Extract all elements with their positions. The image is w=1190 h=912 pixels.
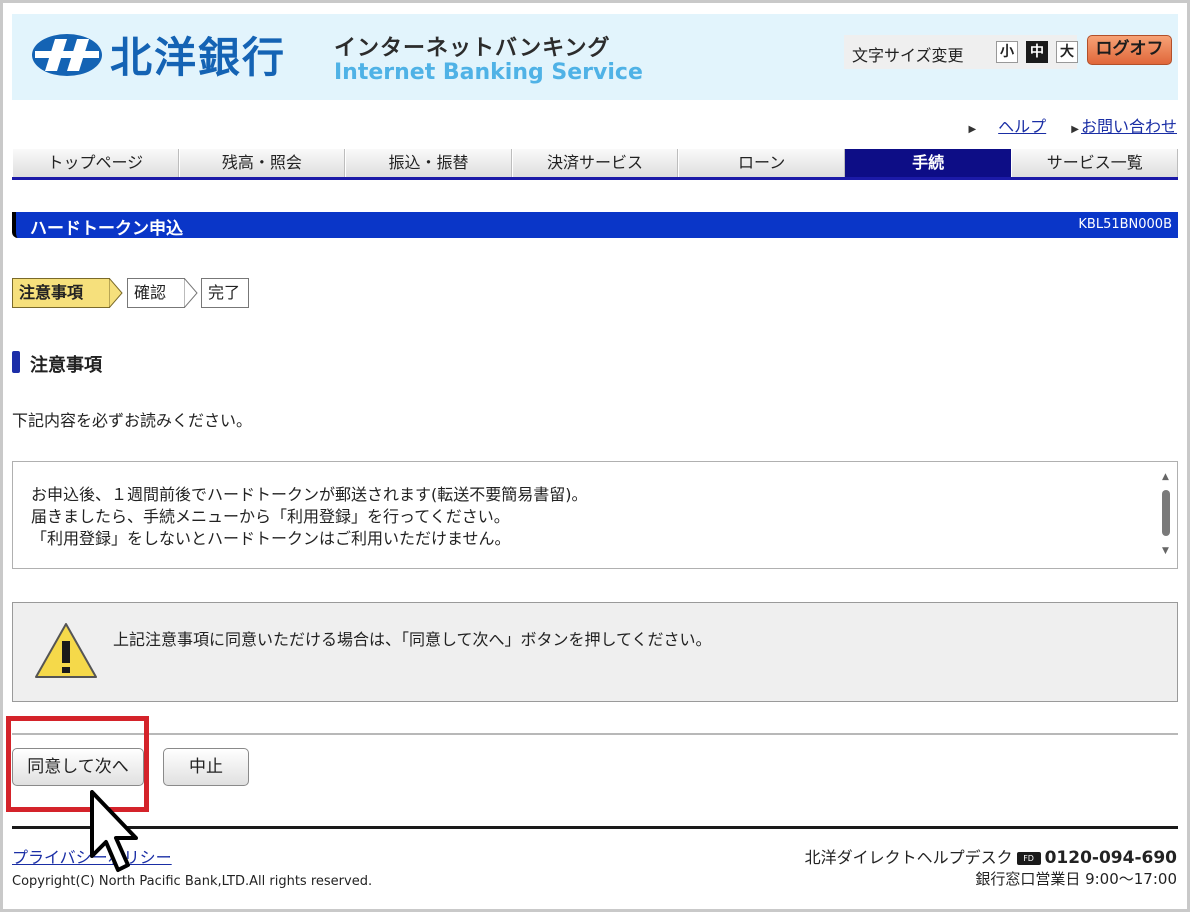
notice-line: 届きましたら、手続メニューから「利用登録」を行ってください。 [31,507,510,526]
utility-links: ▶ ヘルプ ▶ お問い合わせ [968,113,1177,137]
notice-line: 「利用登録」をしないとハードトークンはご利用いただけません。 [31,529,511,548]
logoff-button[interactable]: ログオフ [1087,35,1172,65]
helpdesk-label: 北洋ダイレクトヘルプデスク [804,848,1013,867]
service-name-jp: インターネットバンキング [334,36,611,61]
page-title-bar: ハードトークン申込 KBL51BN000B [12,212,1178,239]
font-size-small-button[interactable]: 小 [996,41,1018,63]
nav-tab-service-list[interactable]: サービス一覧 [1011,149,1179,177]
contact-link[interactable]: お問い合わせ [1081,117,1177,136]
mouse-cursor-icon [90,790,138,872]
step-notice: 注意事項 [12,278,110,308]
warning-text: 上記注意事項に同意いただける場合は、「同意して次へ」ボタンを押してください。 [113,630,712,649]
font-size-label: 文字サイズ変更 [852,46,964,65]
section-heading-text: 注意事項 [30,355,102,376]
nav-tab-top[interactable]: トップページ [12,149,179,177]
nav-tab-balance[interactable]: 残高・照会 [178,149,346,177]
nav-tab-payment[interactable]: 決済サービス [511,149,679,177]
footer-divider [12,826,1178,829]
link-arrow-icon: ▶ [968,124,977,135]
font-size-medium-button[interactable]: 中 [1026,41,1048,63]
step-arrow-icon [184,278,198,308]
step-arrow-icon [109,278,123,308]
notice-line: お申込後、１週間前後でハードトークンが郵送されます(転送不要簡易書留)。 [31,485,588,504]
step-complete: 完了 [201,278,249,308]
bank-name: 北洋銀行 [110,33,287,82]
notice-textbox[interactable]: お申込後、１週間前後でハードトークンが郵送されます(転送不要簡易書留)。 届きま… [12,461,1178,569]
cancel-button[interactable]: 中止 [163,748,249,786]
divider [12,733,1178,735]
help-link[interactable]: ヘルプ [998,117,1046,136]
warning-icon [35,623,97,678]
step-confirm: 確認 [127,278,185,308]
helpdesk-info: 北洋ダイレクトヘルプデスク FD 0120-094-690 [805,844,1177,868]
scroll-down-icon[interactable]: ▼ [1162,546,1169,556]
screen-code: KBL51BN000B [1078,217,1172,232]
site-header: 北洋銀行 インターネットバンキング Internet Banking Servi… [12,14,1178,100]
business-hours: 銀行窓口営業日 9:00～17:00 [975,870,1177,888]
nav-tab-transfer[interactable]: 振込・振替 [345,149,512,177]
main-nav: トップページ 残高・照会 振込・振替 決済サービス ローン 手続 サービス一覧 [12,149,1179,180]
notice-scrollbar[interactable]: ▲ ▼ [1157,462,1177,568]
scroll-up-icon[interactable]: ▲ [1162,472,1169,482]
font-size-large-button[interactable]: 大 [1056,41,1078,63]
copyright: Copyright(C) North Pacific Bank,LTD.All … [12,874,373,889]
service-name-en: Internet Banking Service [334,60,643,85]
bank-logo-icon [32,34,102,76]
scroll-thumb[interactable] [1162,490,1170,536]
heading-bar-icon [12,351,20,373]
helpdesk-phone: 0120-094-690 [1044,848,1177,868]
nav-tab-procedures[interactable]: 手続 [844,149,1012,177]
link-arrow-icon: ▶ [1071,124,1079,135]
instruction-text: 下記内容を必ずお読みください。 [12,411,253,430]
notice-lines: お申込後、１週間前後でハードトークンが郵送されます(転送不要簡易書留)。 届きま… [31,484,588,550]
nav-tab-loan[interactable]: ローン [678,149,845,177]
warning-box: 上記注意事項に同意いただける場合は、「同意して次へ」ボタンを押してください。 [12,602,1178,702]
free-dial-icon: FD [1016,852,1041,865]
font-size-switcher: 文字サイズ変更 小 中 大 [844,35,1078,69]
page-title: ハードトークン申込 [30,219,183,239]
